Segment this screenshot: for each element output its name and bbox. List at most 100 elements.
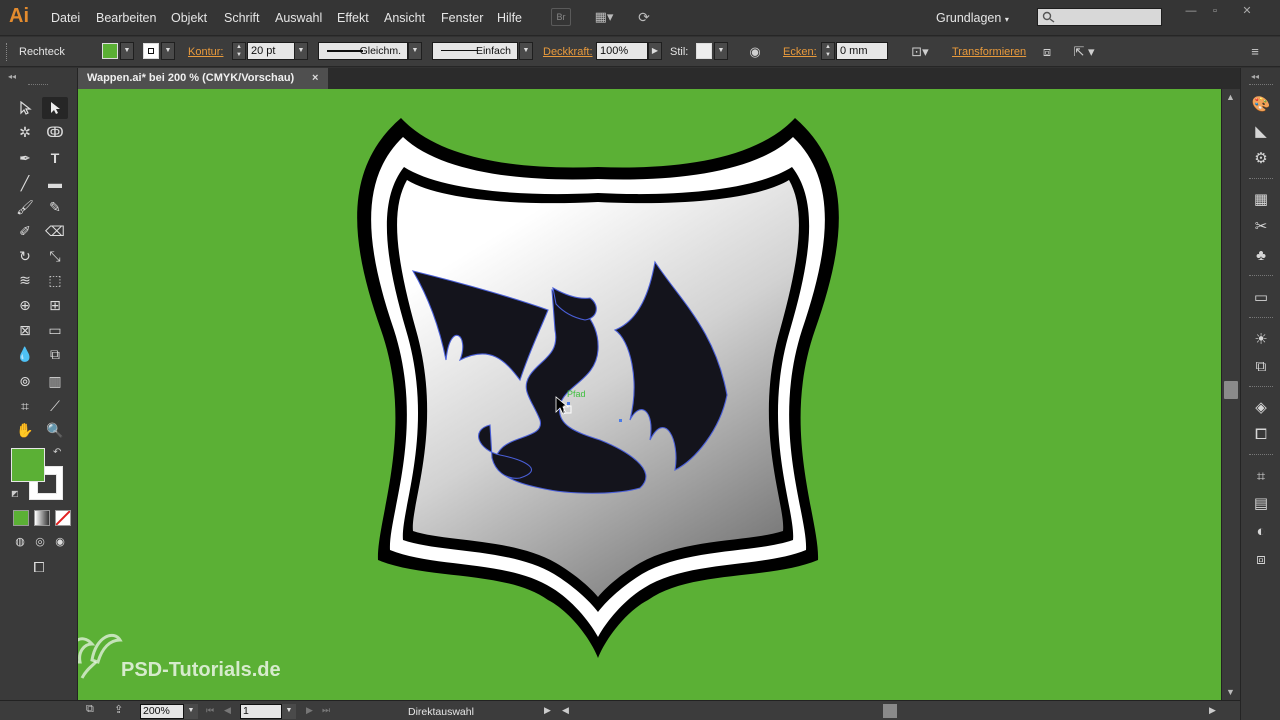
layers-panel-icon[interactable]: ◈	[1249, 397, 1273, 419]
draw-behind-icon[interactable]: ◎	[30, 531, 50, 553]
search-input[interactable]	[1037, 8, 1162, 26]
width-tool-icon[interactable]: ≋	[12, 269, 38, 291]
scale-tool-icon[interactable]: ⤡	[42, 245, 68, 267]
scroll-left-icon[interactable]: ◀	[562, 705, 569, 716]
panel-grip[interactable]	[1249, 84, 1273, 86]
menu-bearbeiten[interactable]: Bearbeiten	[96, 11, 156, 25]
swatches-panel-icon[interactable]: ▦	[1249, 189, 1273, 211]
color-guide-icon[interactable]: ◣	[1249, 121, 1273, 143]
draw-normal-icon[interactable]: ◍	[10, 531, 30, 553]
gpu-performance-icon[interactable]: ⟳	[634, 8, 654, 26]
lasso-tool-icon[interactable]: ↂ	[42, 121, 68, 143]
free-transform-tool-icon[interactable]: ⬚	[42, 269, 68, 291]
stroke-weight-dropdown[interactable]: ▼	[294, 42, 308, 60]
panel-menu-icon[interactable]: ≡	[1246, 43, 1264, 61]
direct-selection-tool-icon[interactable]	[42, 97, 68, 119]
document-info-icon[interactable]: ⧉	[86, 703, 94, 716]
pathfinder-panel-icon[interactable]: ◐	[1249, 521, 1273, 543]
selection-tool-icon[interactable]	[12, 97, 38, 119]
stroke-panel-link[interactable]: Kontur:	[188, 46, 223, 58]
next-artboard-icon[interactable]: ▶	[306, 705, 313, 716]
shape-builder-tool-icon[interactable]: ⊕	[12, 294, 38, 316]
document-tab[interactable]: Wappen.ai* bei 200 % (CMYK/Vorschau) ×	[78, 68, 328, 89]
arrange-documents-icon[interactable]: ▦▾	[590, 8, 618, 26]
opacity-slider-button[interactable]: ▶	[648, 42, 662, 60]
expand-panels-icon[interactable]: ◂◂	[1251, 72, 1259, 81]
horizontal-scroll-thumb[interactable]	[883, 704, 897, 718]
transform-panel-link[interactable]: Transformieren	[952, 46, 1026, 58]
menu-auswahl[interactable]: Auswahl	[275, 11, 322, 25]
brush-style-select[interactable]: Einfach	[432, 42, 518, 60]
shield-artwork[interactable]: Pfad	[78, 89, 1221, 700]
appearance-panel-icon[interactable]: ☀	[1249, 329, 1273, 351]
zoom-tool-icon[interactable]: 🔍	[42, 419, 68, 441]
panel-grip[interactable]	[1249, 275, 1273, 277]
kuler-icon[interactable]: ⚙	[1249, 148, 1273, 170]
menu-objekt[interactable]: Objekt	[171, 11, 207, 25]
collapse-toolbox-icon[interactable]: ◂◂	[8, 72, 16, 81]
draw-inside-icon[interactable]: ◉	[50, 531, 70, 553]
scroll-right-icon[interactable]: ▶	[1209, 705, 1216, 716]
gradient-mode-icon[interactable]	[34, 510, 50, 526]
maximize-button[interactable]: ▫	[1204, 4, 1226, 18]
vertical-scroll-thumb[interactable]	[1224, 381, 1238, 399]
stroke-weight-stepper[interactable]: ▲ ▼	[232, 42, 246, 60]
minimize-button[interactable]: —	[1180, 4, 1202, 18]
fill-color-swatch[interactable]	[102, 43, 118, 59]
opacity-field[interactable]: 100%	[596, 42, 648, 60]
artboard-field[interactable]: 1	[240, 704, 282, 719]
recolor-artwork-icon[interactable]: ◉	[746, 43, 764, 61]
column-graph-tool-icon[interactable]: ▥	[42, 370, 68, 392]
pencil-tool-icon[interactable]: ✎	[42, 196, 68, 218]
type-tool-icon[interactable]: T	[42, 147, 68, 169]
menu-datei[interactable]: Datei	[51, 11, 80, 25]
workspace-switcher[interactable]: Grundlagen ▾	[936, 11, 1009, 25]
opacity-panel-link[interactable]: Deckkraft:	[543, 46, 593, 58]
rectangle-tool-icon[interactable]: ▬	[42, 172, 68, 194]
stroke-dropdown[interactable]: ▼	[161, 42, 175, 60]
zoom-dropdown[interactable]: ▼	[184, 704, 198, 719]
graphic-style-swatch[interactable]	[696, 43, 712, 59]
gradient-panel-icon[interactable]: ▭	[1249, 287, 1273, 309]
symbol-sprayer-tool-icon[interactable]: ⊚	[12, 370, 38, 392]
corners-panel-link[interactable]: Ecken:	[783, 46, 817, 58]
menu-ansicht[interactable]: Ansicht	[384, 11, 425, 25]
artboard-dropdown[interactable]: ▼	[282, 704, 296, 719]
grip-handle[interactable]	[6, 43, 10, 61]
stroke-color-swatch[interactable]	[143, 43, 159, 59]
close-window-button[interactable]: ✕	[1236, 4, 1258, 18]
zoom-field[interactable]: 200%	[140, 704, 184, 719]
paintbrush-tool-icon[interactable]: 🖌	[12, 196, 38, 218]
mesh-tool-icon[interactable]: ⊠	[12, 319, 38, 341]
hand-tool-icon[interactable]: ✋	[12, 419, 38, 441]
corners-stepper[interactable]: ▲ ▼	[821, 42, 835, 60]
corners-field[interactable]: 0 mm	[836, 42, 888, 60]
scroll-up-icon[interactable]: ▲	[1226, 92, 1235, 102]
export-icon[interactable]: ⇪	[114, 703, 123, 716]
scroll-down-icon[interactable]: ▼	[1226, 687, 1235, 697]
blob-brush-tool-icon[interactable]: ✐	[12, 220, 38, 242]
artboard-canvas[interactable]: Pfad PSD-Tutorials.de	[78, 89, 1221, 700]
pen-tool-icon[interactable]: ✒	[12, 147, 38, 169]
slice-tool-icon[interactable]: ⟋	[42, 395, 68, 417]
panel-grip[interactable]	[1249, 386, 1273, 388]
menu-effekt[interactable]: Effekt	[337, 11, 369, 25]
color-mode-icon[interactable]	[13, 510, 29, 526]
stroke-profile-select[interactable]: Gleichm.	[318, 42, 408, 60]
transform-panel-icon[interactable]: ⌗	[1249, 466, 1273, 488]
panel-grip[interactable]	[1249, 454, 1273, 456]
menu-fenster[interactable]: Fenster	[441, 11, 483, 25]
fill-dropdown[interactable]: ▼	[120, 42, 134, 60]
menu-hilfe[interactable]: Hilfe	[497, 11, 522, 25]
status-menu-icon[interactable]: ▶	[544, 705, 551, 716]
blend-tool-icon[interactable]: ⧉	[42, 343, 68, 365]
eyedropper-tool-icon[interactable]: 💧	[12, 343, 38, 365]
vertical-scrollbar[interactable]: ▲ ▼	[1221, 89, 1240, 700]
color-panel-icon[interactable]: 🎨	[1249, 94, 1273, 116]
none-mode-icon[interactable]	[55, 510, 71, 526]
rotate-tool-icon[interactable]: ↻	[12, 245, 38, 267]
bridge-button[interactable]: Br	[551, 8, 571, 26]
graphic-styles-panel-icon[interactable]: ⧉	[1249, 356, 1273, 378]
last-artboard-icon[interactable]: ⏭	[322, 705, 330, 716]
panel-grip[interactable]	[1249, 178, 1273, 180]
